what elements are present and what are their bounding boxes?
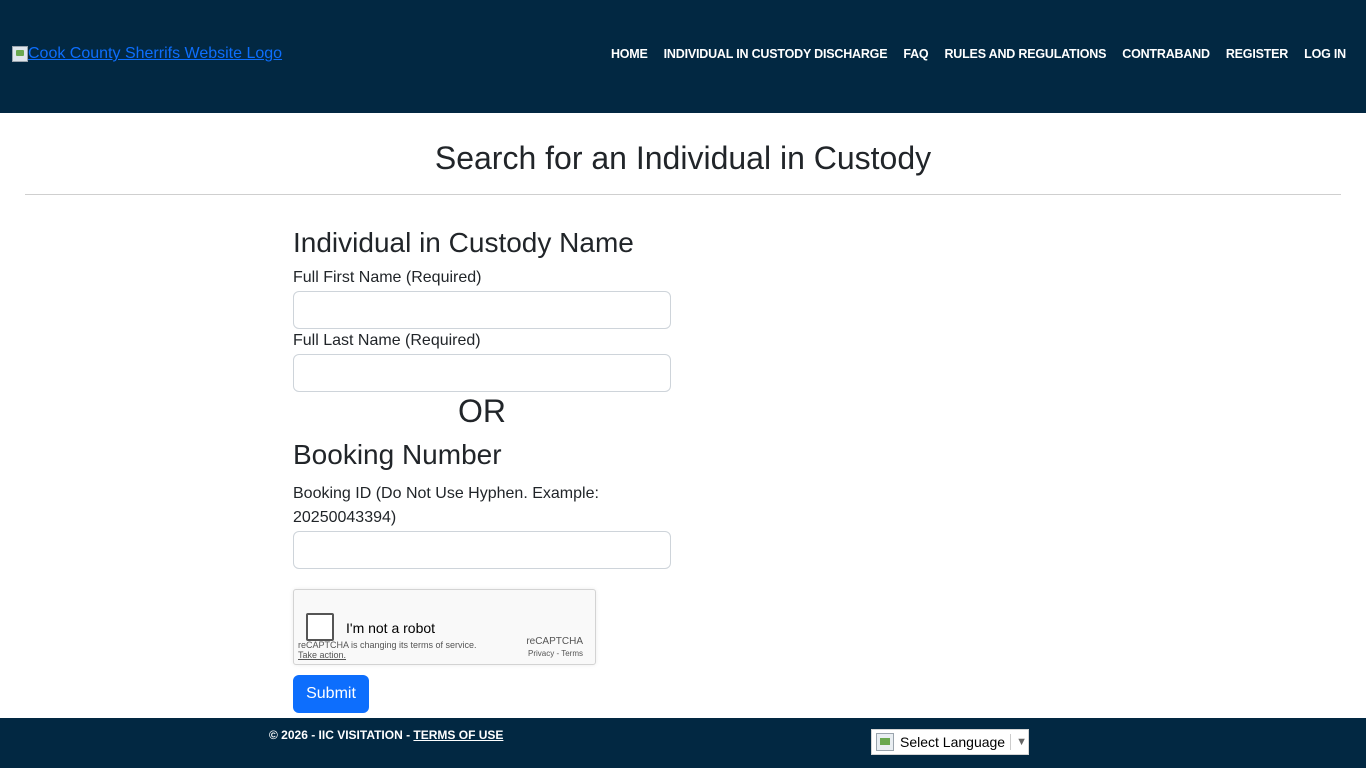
google-translate-icon [876, 733, 894, 751]
language-select[interactable]: Select Language ▼ [871, 729, 1029, 755]
page-title: Search for an Individual in Custody [434, 140, 932, 176]
name-section-heading: Individual in Custody Name [293, 227, 634, 258]
title-divider [25, 194, 1341, 195]
last-name-label: Full Last Name (Required) [293, 332, 481, 349]
recaptcha-terms-link[interactable]: Terms [561, 649, 583, 658]
last-name-input[interactable] [293, 354, 671, 392]
search-form: Individual in Custody Name Full First Na… [293, 226, 671, 569]
first-name-input[interactable] [293, 291, 671, 329]
first-name-label: Full First Name (Required) [293, 269, 482, 286]
recaptcha-widget: I'm not a robot reCAPTCHA is changing it… [293, 589, 596, 665]
booking-id-label: Booking ID (Do Not Use Hyphen. Example: … [293, 485, 599, 526]
recaptcha-notice: reCAPTCHA is changing its terms of servi… [298, 640, 477, 660]
recaptcha-take-action-link[interactable]: Take action. [298, 650, 477, 660]
select-separator [1010, 734, 1012, 750]
chevron-down-icon: ▼ [1016, 736, 1027, 748]
terms-of-use-label: TERMS OF USE [413, 728, 504, 742]
recaptcha-label: I'm not a robot [346, 620, 436, 636]
recaptcha-brand: reCAPTCHA [526, 636, 583, 647]
nav-log-in[interactable]: LOG IN [1304, 47, 1346, 61]
booking-id-input[interactable] [293, 531, 671, 569]
terms-of-use-link[interactable]: TERMS OF USE [413, 728, 503, 742]
nav-rules-and-regulations[interactable]: RULES AND REGULATIONS [944, 47, 1106, 61]
or-separator: OR [458, 393, 506, 429]
footer-text: © 2026 - IIC VISITATION - TERMS OF USE [269, 728, 503, 742]
language-select-label: Select Language [900, 734, 1006, 750]
booking-section-heading: Booking Number [293, 439, 502, 470]
logo-alt-text[interactable]: Cook County Sherrifs Website Logo [28, 45, 282, 63]
nav-home[interactable]: HOME [611, 47, 648, 61]
recaptcha-privacy-link[interactable]: Privacy [528, 649, 554, 658]
site-footer: © 2026 - IIC VISITATION - TERMS OF USE S… [0, 718, 1366, 768]
site-header: Cook County Sherrifs Website Logo HOME I… [0, 0, 1366, 113]
recaptcha-notice-text: reCAPTCHA is changing its terms of servi… [298, 640, 477, 650]
nav-faq[interactable]: FAQ [903, 47, 928, 61]
recaptcha-checkbox[interactable] [306, 613, 334, 641]
nav-register[interactable]: REGISTER [1226, 47, 1289, 61]
main-nav: HOME INDIVIDUAL IN CUSTODY DISCHARGE FAQ… [595, 47, 1346, 61]
recaptcha-links: Privacy - Terms [528, 649, 583, 658]
nav-individual-in-custody-discharge[interactable]: INDIVIDUAL IN CUSTODY DISCHARGE [664, 47, 888, 61]
nav-contraband[interactable]: CONTRABAND [1122, 47, 1210, 61]
submit-button[interactable]: Submit [293, 675, 369, 713]
site-logo-link[interactable]: Cook County Sherrifs Website Logo [12, 45, 282, 63]
copyright-text: © 2026 - IIC VISITATION - [269, 728, 414, 742]
broken-image-icon [12, 46, 28, 62]
